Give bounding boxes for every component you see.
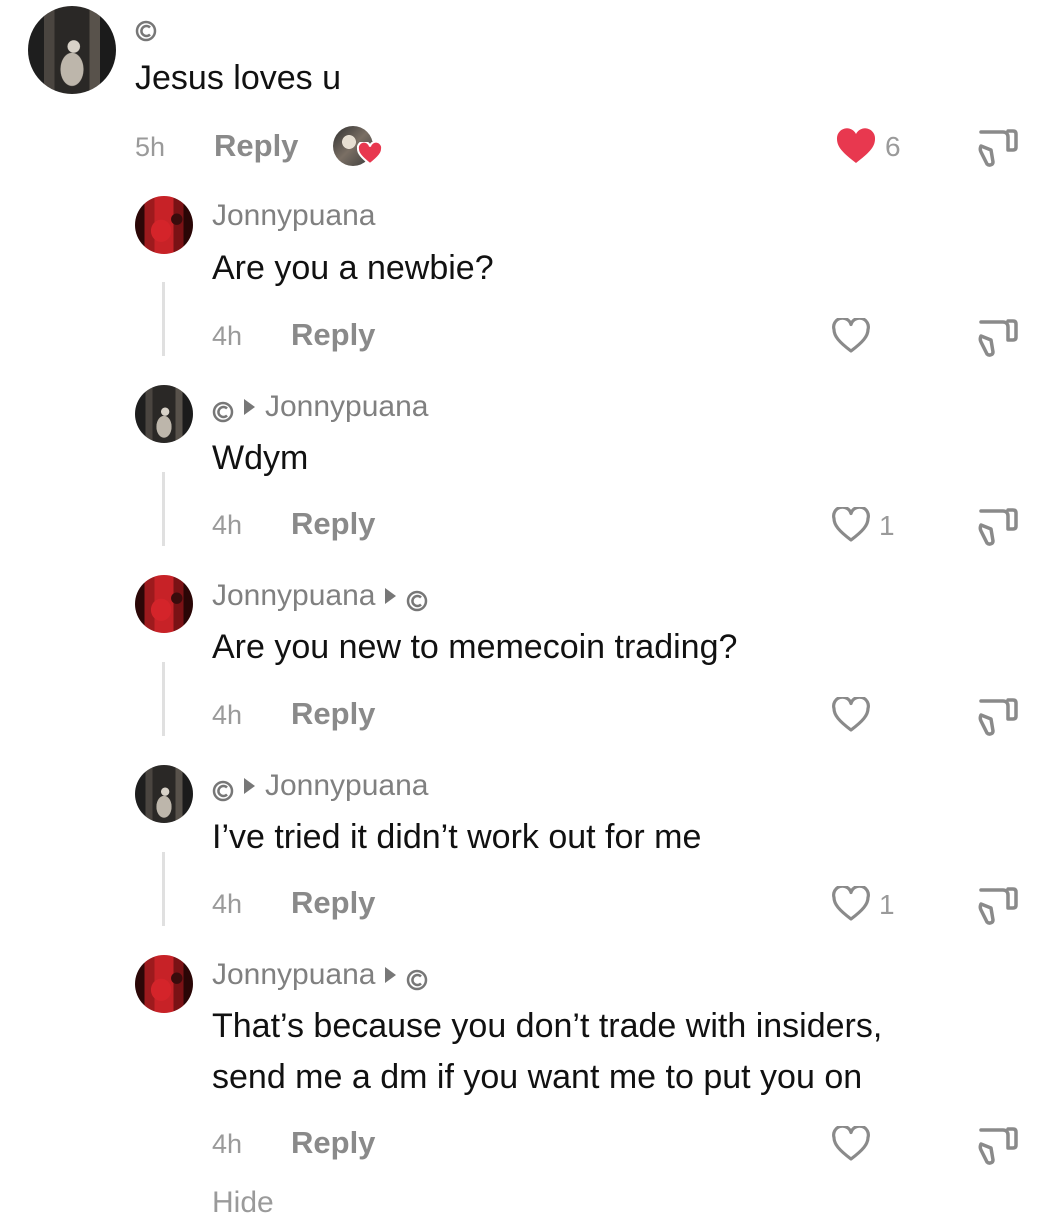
like-heart-icon[interactable] [831,697,871,733]
reply-text: Wdym [212,439,309,477]
username-logo-icon [406,964,428,991]
thread-line [162,472,165,546]
author-name: Jonnypuana [212,958,376,991]
like-heart-icon[interactable] [831,507,871,543]
like-count: 1 [879,510,895,541]
reply-button[interactable]: Reply [291,696,375,732]
dislike-icon[interactable] [975,316,1019,360]
reply-author[interactable]: Jonnypuana [212,957,428,993]
thread-line [162,282,165,356]
username-logo-icon [406,585,428,612]
like-heart-icon[interactable] [831,1126,871,1162]
dislike-icon[interactable] [975,126,1019,170]
reply-avatar[interactable] [135,955,193,1013]
reply-time: 4h [212,889,243,919]
reply-text: Are you a newbie? [212,249,494,287]
reply-author[interactable]: Jonnypuana [212,768,428,804]
username-logo-icon[interactable] [135,20,157,42]
heart-icon [357,142,383,166]
reply-time: 4h [212,700,243,730]
dislike-icon[interactable] [975,505,1019,549]
creator-liked-badge [333,126,385,168]
reply-text-line-1: That’s because you don’t trade with insi… [212,1007,883,1045]
reply-button[interactable]: Reply [291,506,375,542]
reply-to-arrow-icon [244,399,255,415]
dislike-icon[interactable] [975,1124,1019,1168]
main-comment: Jesus loves u 5h Reply 6 [0,0,1057,167]
user-avatar[interactable] [28,6,116,94]
reply-button[interactable]: Reply [214,128,298,164]
author-name: Jonnypuana [212,579,376,612]
reply-text: I’ve tried it didn’t work out for me [212,818,702,856]
like-count: 1 [879,889,895,920]
reply-avatar[interactable] [135,385,193,443]
like-heart-icon[interactable] [835,127,877,165]
reply-time: 4h [212,321,243,351]
author-name: Jonnypuana [265,769,429,802]
username-logo-icon [212,775,234,802]
like-heart-icon[interactable] [831,886,871,922]
username-logo-icon [212,396,234,423]
reply-to-arrow-icon [385,967,397,983]
thread-line [162,662,165,736]
comment-time: 5h [135,132,166,162]
reply-author[interactable]: Jonnypuana [212,198,375,234]
reply-to-arrow-icon [244,778,255,794]
reply-time: 4h [212,1129,243,1159]
author-name: Jonnypuana [265,390,429,423]
reply-text: Are you new to memecoin trading? [212,628,738,666]
reply-author[interactable]: Jonnypuana [212,389,428,425]
dislike-icon[interactable] [975,695,1019,739]
like-heart-icon[interactable] [831,318,871,354]
reply-text-line-2: send me a dm if you want me to put you o… [212,1058,863,1096]
reply-time: 4h [212,510,243,540]
dislike-icon[interactable] [975,884,1019,928]
reply-avatar[interactable] [135,575,193,633]
reply-author[interactable]: Jonnypuana [212,578,428,614]
reply-button[interactable]: Reply [291,317,375,353]
reply-avatar[interactable] [135,196,193,254]
hide-replies-link[interactable]: Hide [212,1188,274,1218]
reply-button[interactable]: Reply [291,1125,375,1161]
thread-line [162,852,165,926]
reply-to-arrow-icon [385,588,397,604]
reply-button[interactable]: Reply [291,885,375,921]
comment-text: Jesus loves u [135,59,341,97]
author-name: Jonnypuana [212,199,376,232]
reply-avatar[interactable] [135,765,193,823]
like-count: 6 [885,131,901,162]
